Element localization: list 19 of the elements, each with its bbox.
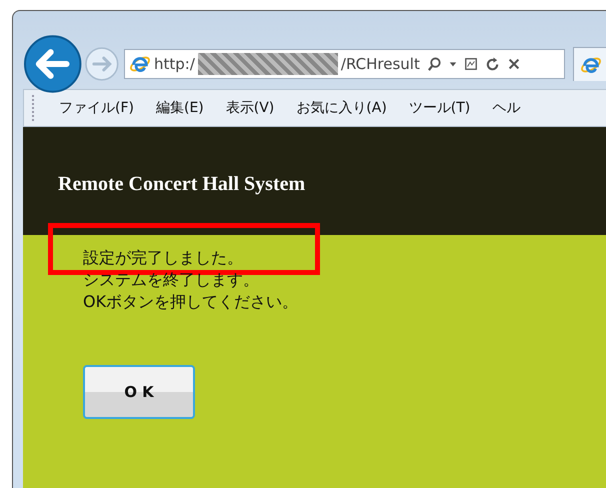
search-icon[interactable] xyxy=(426,56,442,72)
menu-item[interactable]: ファイル(F) xyxy=(59,99,134,117)
message-text: 設定が完了しました。 xyxy=(83,248,243,267)
address-bar[interactable]: http:/ /RCHresult xyxy=(124,49,565,79)
menu-item[interactable]: 表示(V) xyxy=(226,99,274,117)
menu-item[interactable]: 編集(E) xyxy=(156,99,204,117)
menu-item[interactable]: ヘル xyxy=(492,99,520,117)
menu-item[interactable]: ツール(T) xyxy=(408,99,470,117)
message-text: OKボタンを押してください。 xyxy=(83,292,298,311)
close-icon[interactable] xyxy=(506,57,521,71)
ok-button[interactable]: O K xyxy=(83,365,195,419)
url-text: /RCHresult xyxy=(340,55,420,73)
compatibility-icon[interactable] xyxy=(464,57,478,71)
refresh-icon[interactable] xyxy=(484,56,500,72)
message-text: システムを終了します。 xyxy=(83,270,259,289)
menu-item[interactable]: お気に入り(A) xyxy=(296,99,387,117)
url-text: http:/ xyxy=(154,55,195,73)
page-title: Remote Concert Hall System xyxy=(58,172,306,196)
dropdown-arrow-icon[interactable] xyxy=(448,60,457,68)
